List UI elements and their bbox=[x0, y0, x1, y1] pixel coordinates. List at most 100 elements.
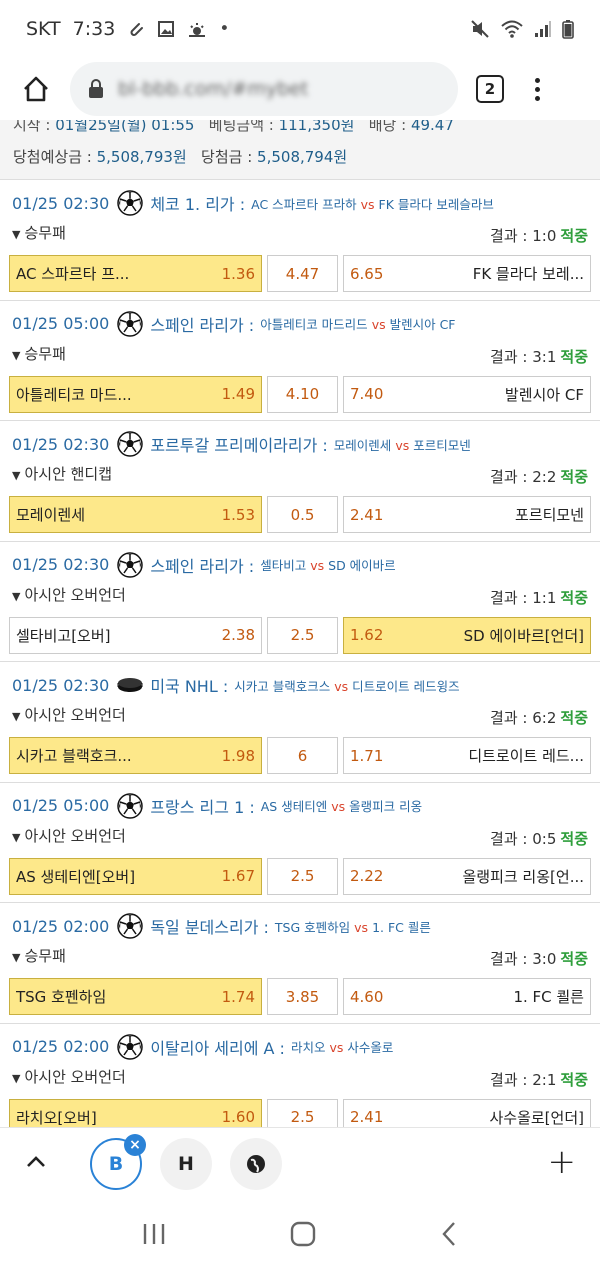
home-pick-label: AC 스파르타 프... bbox=[16, 265, 130, 283]
home-nav-icon[interactable] bbox=[290, 1221, 316, 1247]
odds-label: 배당 : bbox=[368, 120, 411, 134]
home-odds-cell[interactable]: 아틀레티코 마드... 1.49 bbox=[9, 375, 262, 413]
bet-type-toggle[interactable]: ▼ 아시안 핸디캡 bbox=[12, 463, 112, 484]
result-label: 결과 : bbox=[490, 347, 533, 366]
recent-apps-icon[interactable] bbox=[141, 1222, 167, 1246]
match-header: 01/25 02:00 독일 분데스리가 : TSG 호펜하임 vs 1. FC 쾰른 bbox=[12, 913, 588, 939]
close-tab-button[interactable]: × bbox=[124, 1134, 146, 1156]
vs-label: vs bbox=[371, 317, 386, 332]
result-label: 결과 : bbox=[490, 588, 533, 607]
result-score: 1:1 bbox=[532, 588, 557, 607]
away-pick-label: 1. FC 쾰른 bbox=[513, 988, 584, 1006]
match-result: 결과 : 2:2 적중 bbox=[490, 466, 588, 487]
away-odd-value: 7.40 bbox=[350, 385, 384, 403]
away-odd-value: 2.22 bbox=[350, 867, 384, 885]
tab-h-button[interactable]: H bbox=[160, 1138, 212, 1190]
soccer-ball-icon bbox=[117, 1033, 144, 1060]
vs-label: vs bbox=[329, 1040, 344, 1055]
home-odd-value: 2.38 bbox=[221, 626, 255, 644]
bet-type-toggle[interactable]: ▼ 아시안 오버언더 bbox=[12, 584, 126, 605]
soccer-ball-icon bbox=[117, 913, 144, 939]
home-odds-cell[interactable]: TSG 호펜하임 1.74 bbox=[9, 978, 262, 1015]
draw-handicap-cell[interactable]: 6 bbox=[267, 737, 338, 774]
bet-type-label: 아시안 오버언더 bbox=[24, 585, 126, 604]
home-odds-cell[interactable]: 셀타비고[오버] 2.38 bbox=[9, 616, 262, 654]
home-odds-cell[interactable]: 시카고 블랙호크... 1.98 bbox=[9, 737, 262, 774]
result-label: 결과 : bbox=[490, 468, 533, 486]
away-team-name: 올랭피크 리옹 bbox=[349, 799, 423, 814]
tab-switcher-button[interactable]: 2 bbox=[476, 75, 504, 103]
home-odds-cell[interactable]: AS 생테티엔[오버] 1.67 bbox=[9, 857, 262, 895]
home-team-name: 모레이렌세 bbox=[333, 437, 392, 453]
away-odds-cell[interactable]: 2.41 포르티모넨 bbox=[343, 496, 591, 533]
gallery-icon bbox=[158, 21, 175, 37]
home-pick-label: 셀타비고[오버] bbox=[16, 626, 111, 645]
bet-type-label: 아시안 오버언더 bbox=[24, 706, 126, 724]
weather-icon bbox=[189, 23, 206, 37]
result-label: 결과 : bbox=[490, 709, 533, 727]
draw-handicap-cell[interactable]: 2.5 bbox=[267, 1098, 338, 1127]
chevron-up-icon[interactable] bbox=[24, 1150, 48, 1174]
league-name: 이탈리아 세리에 A : bbox=[150, 1038, 285, 1058]
vs-label: vs bbox=[395, 437, 410, 453]
bet-type-label: 아시안 오버언더 bbox=[24, 1067, 126, 1086]
bet-type-toggle[interactable]: ▼ 승무패 bbox=[12, 222, 66, 243]
vs-label: vs bbox=[354, 919, 369, 935]
league-name: 포르투갈 프리메이라리가 : bbox=[150, 436, 328, 455]
away-odds-cell[interactable]: 2.22 올랭피크 리옹[언... bbox=[343, 857, 591, 895]
away-pick-label: 디트로이트 레드... bbox=[468, 747, 584, 765]
home-team-name: AC 스파르타 프라하 bbox=[251, 196, 357, 212]
odds-row: 셀타비고[오버] 2.38 2.5 1.62 SD 에이바르[언더] bbox=[9, 616, 591, 654]
match-card: 01/25 02:00 이탈리아 세리에 A : 라치오 vs 사수올로 ▼ 아시안 오버언… bbox=[0, 1024, 600, 1127]
back-icon[interactable] bbox=[439, 1221, 459, 1247]
away-pick-label: 포르티모넨 bbox=[514, 506, 584, 524]
home-odds-cell[interactable]: 라치오[오버] 1.60 bbox=[9, 1098, 262, 1127]
odds-value: 49.47 bbox=[410, 120, 454, 134]
match-card: 01/25 05:00 스페인 라리가 : 아틀레티코 마드리드 vs 발렌시아 CF ▼… bbox=[0, 301, 600, 421]
globe-tab-button[interactable] bbox=[230, 1138, 282, 1190]
home-odd-value: 1.53 bbox=[221, 505, 255, 524]
match-header: 01/25 02:30 포르투갈 프리메이라리가 : 모레이렌세 vs 포르티모넨 bbox=[12, 431, 588, 457]
bet-type-toggle[interactable]: ▼ 아시안 오버언더 bbox=[12, 825, 126, 846]
result-label: 결과 : bbox=[490, 227, 533, 245]
bet-type-toggle[interactable]: ▼ 아시안 오버언더 bbox=[12, 704, 126, 725]
home-odds-cell[interactable]: 모레이렌세 1.53 bbox=[9, 496, 262, 533]
away-odds-cell[interactable]: 1.71 디트로이트 레드... bbox=[343, 737, 591, 774]
home-odds-cell[interactable]: AC 스파르타 프... 1.36 bbox=[9, 255, 262, 292]
away-odds-cell[interactable]: 7.40 발렌시아 CF bbox=[343, 375, 591, 413]
home-odd-value: 1.67 bbox=[221, 867, 255, 885]
vs-label: vs bbox=[310, 558, 325, 573]
caret-down-icon: ▼ bbox=[12, 469, 21, 482]
url-text: bl-bbb.com/#mybet bbox=[118, 78, 309, 100]
draw-handicap-cell[interactable]: 2.5 bbox=[267, 857, 338, 895]
odds-row: 모레이렌세 1.53 0.5 2.41 포르티모넨 bbox=[9, 496, 591, 533]
tab-h-label: H bbox=[178, 1153, 194, 1175]
odds-row: 라치오[오버] 1.60 2.5 2.41 사수올로[언더] bbox=[9, 1098, 591, 1127]
draw-handicap-cell[interactable]: 3.85 bbox=[267, 978, 338, 1015]
expected-win-label: 당첨예상금 : bbox=[13, 148, 97, 166]
away-odds-cell[interactable]: 4.60 1. FC 쾰른 bbox=[343, 978, 591, 1015]
result-status-badge: 적중 bbox=[560, 1070, 588, 1089]
draw-handicap-cell[interactable]: 4.10 bbox=[267, 375, 338, 413]
address-bar[interactable]: bl-bbb.com/#mybet bbox=[70, 62, 458, 116]
new-tab-button[interactable]: + bbox=[548, 1142, 577, 1182]
odds-row: TSG 호펜하임 1.74 3.85 4.60 1. FC 쾰른 bbox=[9, 978, 591, 1015]
away-odd-value: 4.60 bbox=[350, 987, 384, 1006]
draw-handicap-cell[interactable]: 0.5 bbox=[267, 496, 338, 533]
bet-type-toggle[interactable]: ▼ 승무패 bbox=[12, 945, 66, 966]
carrier-label: SKT bbox=[26, 18, 61, 40]
away-odds-cell[interactable]: 2.41 사수올로[언더] bbox=[343, 1098, 591, 1127]
signal-icon bbox=[535, 21, 551, 37]
away-odds-cell[interactable]: 6.65 FK 믈라다 보레... bbox=[343, 255, 591, 292]
away-odds-cell[interactable]: 1.62 SD 에이바르[언더] bbox=[343, 616, 591, 654]
draw-handicap-cell[interactable]: 4.47 bbox=[267, 255, 338, 292]
bet-type-toggle[interactable]: ▼ 승무패 bbox=[12, 343, 66, 364]
draw-handicap-cell[interactable]: 2.5 bbox=[267, 616, 338, 654]
caret-down-icon: ▼ bbox=[12, 1071, 21, 1085]
bet-type-toggle[interactable]: ▼ 아시안 오버언더 bbox=[12, 1066, 126, 1087]
home-button[interactable] bbox=[12, 65, 60, 113]
league-name: 체코 1. 리가 : bbox=[150, 195, 246, 214]
bet-type-label: 아시안 핸디캡 bbox=[24, 465, 113, 483]
home-odd-value: 1.74 bbox=[221, 987, 255, 1006]
overflow-menu-button[interactable] bbox=[532, 77, 542, 101]
